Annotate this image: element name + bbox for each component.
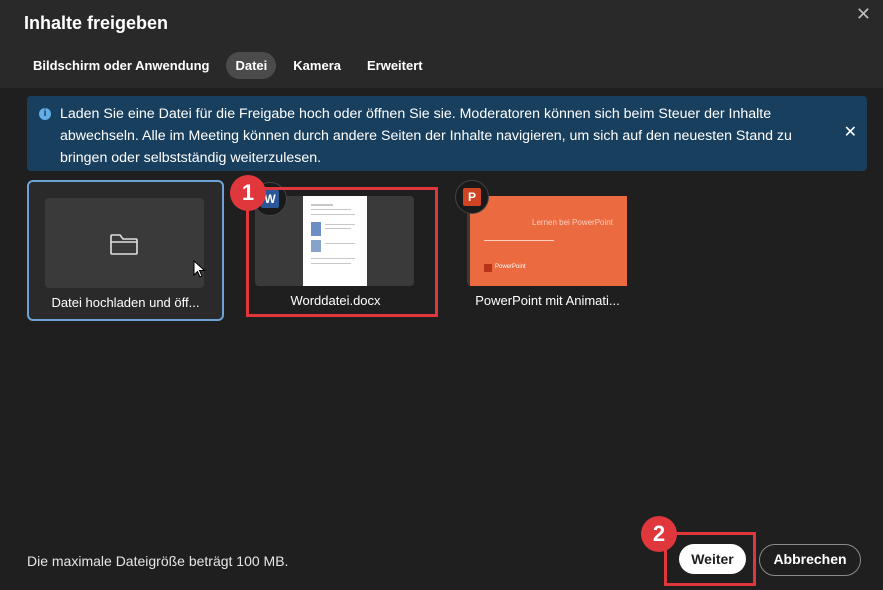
tab-screen-or-app[interactable]: Bildschirm oder Anwendung (24, 52, 218, 79)
slide-thumbnail: Lernen bei PowerPoint PowerPoint (470, 196, 627, 286)
tab-camera[interactable]: Kamera (284, 52, 350, 79)
cancel-button[interactable]: Abbrechen (759, 544, 861, 576)
upload-preview (45, 198, 206, 288)
powerpoint-icon: P (463, 188, 481, 206)
close-icon[interactable]: ✕ (856, 4, 871, 25)
slide-subtext (484, 240, 554, 241)
powerpoint-app-badge: P (455, 180, 489, 214)
powerpoint-file-card[interactable]: Lernen bei PowerPoint PowerPoint P Power… (451, 180, 644, 317)
slide-heading: Lernen bei PowerPoint (532, 218, 613, 227)
upload-file-label: Datei hochladen und öff... (51, 295, 200, 310)
tab-bar: Bildschirm oder Anwendung Datei Kamera E… (24, 52, 432, 79)
close-icon[interactable]: ✕ (844, 122, 857, 142)
highlight-next-button (664, 532, 756, 586)
powerpoint-file-label: PowerPoint mit Animati... (475, 293, 620, 308)
info-banner: i Laden Sie eine Datei für die Freigabe … (27, 96, 867, 171)
powerpoint-preview: Lernen bei PowerPoint PowerPoint (467, 196, 627, 286)
share-content-dialog: Inhalte freigeben ✕ Bildschirm oder Anwe… (0, 0, 883, 590)
slide-brand: PowerPoint (484, 264, 526, 272)
max-file-size-text: Die maximale Dateigröße beträgt 100 MB. (27, 553, 289, 569)
info-banner-text: Laden Sie eine Datei für die Freigabe ho… (60, 106, 792, 166)
step-2-badge: 2 (641, 516, 677, 552)
content-area: i Laden Sie eine Datei für die Freigabe … (0, 88, 883, 590)
tab-file[interactable]: Datei (226, 52, 277, 79)
upload-file-card[interactable]: Datei hochladen und öff... (27, 180, 224, 321)
tab-advanced[interactable]: Erweitert (358, 52, 432, 79)
highlight-word-card (246, 187, 438, 317)
info-icon: i (39, 108, 51, 120)
folder-icon (110, 234, 138, 255)
dialog-title: Inhalte freigeben (24, 13, 169, 33)
mouse-cursor-icon (193, 260, 206, 278)
step-1-badge: 1 (230, 175, 266, 211)
